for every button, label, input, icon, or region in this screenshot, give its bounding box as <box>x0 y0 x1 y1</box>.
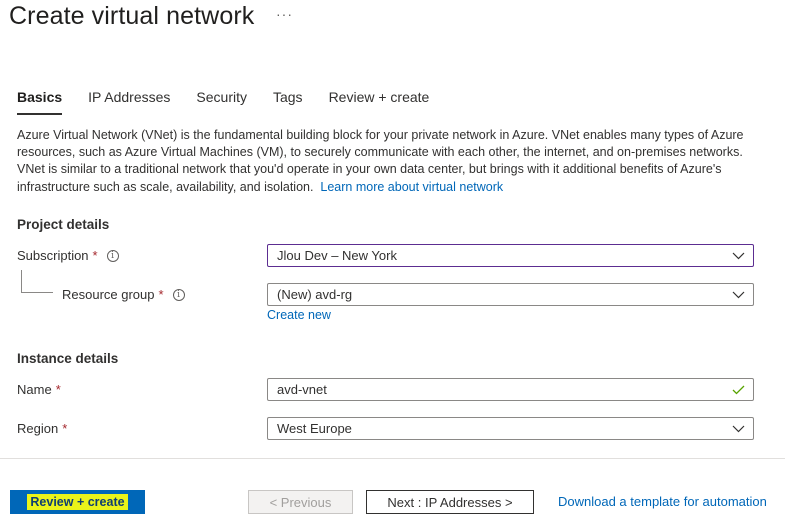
info-icon[interactable]: i <box>172 288 185 301</box>
required-marker: * <box>92 248 98 263</box>
required-marker: * <box>55 382 61 397</box>
tab-ip-addresses[interactable]: IP Addresses <box>88 89 170 115</box>
required-marker: * <box>62 421 68 436</box>
chevron-down-icon <box>723 245 753 266</box>
region-value: West Europe <box>277 421 352 436</box>
required-marker: * <box>158 287 164 302</box>
footer-divider <box>0 458 785 459</box>
resource-group-dropdown[interactable]: (New) avd-rg <box>267 283 754 306</box>
checkmark-icon <box>723 379 753 400</box>
project-details-heading: Project details <box>17 217 110 232</box>
region-dropdown[interactable]: West Europe <box>267 417 754 440</box>
subscription-dropdown[interactable]: Jlou Dev – New York <box>267 244 754 267</box>
name-value: avd-vnet <box>277 382 327 397</box>
tab-review-create[interactable]: Review + create <box>329 89 430 115</box>
subscription-label-text: Subscription <box>17 248 89 263</box>
create-new-link[interactable]: Create new <box>267 308 331 322</box>
chevron-down-icon <box>723 284 753 305</box>
more-options-icon[interactable]: ··· <box>276 6 293 22</box>
page-title: Create virtual network <box>9 2 255 30</box>
review-create-label: Review + create <box>27 494 128 510</box>
resource-group-label-text: Resource group <box>62 287 155 302</box>
learn-more-link[interactable]: Learn more about virtual network <box>320 180 503 194</box>
region-label-text: Region <box>17 421 59 436</box>
chevron-down-icon <box>723 418 753 439</box>
info-icon[interactable]: i <box>106 249 119 262</box>
name-label-text: Name <box>17 382 52 397</box>
name-label: Name * <box>17 382 61 397</box>
review-create-button[interactable]: Review + create <box>10 490 145 514</box>
region-label: Region * <box>17 421 67 436</box>
tab-tags[interactable]: Tags <box>273 89 303 115</box>
resource-group-value: (New) avd-rg <box>277 287 353 302</box>
subscription-label: Subscription * i <box>17 248 119 263</box>
description: Azure Virtual Network (VNet) is the fund… <box>17 127 757 196</box>
tree-connector <box>21 270 53 293</box>
next-button[interactable]: Next : IP Addresses > <box>366 490 534 514</box>
tab-basics[interactable]: Basics <box>17 89 63 115</box>
name-input[interactable]: avd-vnet <box>267 378 754 401</box>
instance-details-heading: Instance details <box>17 351 119 366</box>
tab-security[interactable]: Security <box>196 89 247 115</box>
resource-group-label: Resource group * i <box>62 287 185 302</box>
download-template-link[interactable]: Download a template for automation <box>558 494 767 509</box>
subscription-value: Jlou Dev – New York <box>277 248 397 263</box>
previous-button[interactable]: < Previous <box>248 490 353 514</box>
tab-bar: Basics IP Addresses Security Tags Review… <box>17 89 455 115</box>
